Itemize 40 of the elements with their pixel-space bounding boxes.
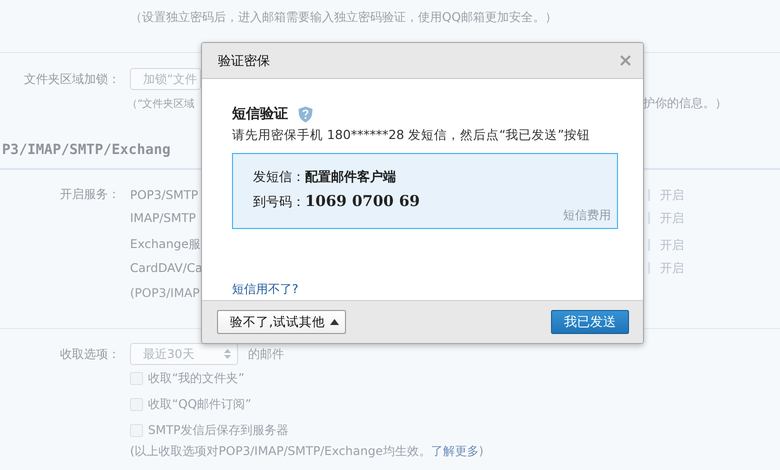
section-heading: P3/IMAP/SMTP/Exchang: [1, 142, 171, 160]
enable-link[interactable]: 开启: [648, 212, 780, 224]
shield-question-icon: [298, 106, 313, 122]
fetch-label: 收取选项：: [60, 346, 120, 362]
checkbox[interactable]: [130, 424, 143, 436]
dialog-title: 验证密保: [218, 52, 270, 70]
range-suffix: 的邮件: [248, 346, 284, 362]
sms-number-label: 到号码：: [253, 195, 305, 210]
enable-link[interactable]: 开启: [648, 238, 780, 250]
caret-icon: [330, 319, 339, 325]
folder-lock-label: 文件夹区域加锁：: [24, 70, 120, 88]
service-name: CardDAV/Ca: [130, 261, 203, 275]
other-methods-button[interactable]: 验不了,试试其他: [217, 310, 346, 334]
checkbox[interactable]: [130, 398, 143, 410]
service-name: IMAP/SMTP: [130, 211, 196, 225]
service-name: POP3/SMTP: [130, 188, 198, 202]
range-select[interactable]: 最近30天: [130, 343, 238, 365]
dialog-heading: 短信验证: [232, 105, 288, 123]
sms-fee-link[interactable]: 短信费用: [563, 207, 611, 224]
instruction-text: 请先用密保手机 180******28 发短信，然后点“我已发送”按钮: [232, 127, 592, 144]
folder-lock-select[interactable]: 加锁“文件: [130, 68, 201, 90]
learn-more-link[interactable]: 了解更多: [430, 444, 479, 458]
services-label: 开启服务：: [60, 186, 120, 203]
option-label: SMTP发信后保存到服务器: [148, 422, 289, 438]
password-note: （设置独立密码后，进入邮箱需要输入独立密码验证，使用QQ邮箱更加安全。）: [130, 10, 557, 24]
option-label: 收取“QQ邮件订阅”: [148, 396, 252, 412]
enable-link[interactable]: 开启: [648, 262, 780, 274]
folder-lock-note: （“文件夹区域: [127, 96, 194, 110]
services-note: (POP3/IMAP: [130, 286, 200, 300]
sms-content: 发短信：配置邮件客户端: [253, 168, 397, 186]
sent-button[interactable]: 我已发送: [551, 310, 629, 334]
sms-help-link[interactable]: 短信用不了?: [232, 281, 298, 298]
option-label: 收取“我的文件夹”: [148, 370, 244, 386]
fetch-note: (以上收取选项对POP3/IMAP/SMTP/Exchange均生效。了解更多): [130, 444, 484, 458]
enable-link[interactable]: 开启: [648, 188, 780, 200]
service-name: Exchange服: [130, 236, 201, 253]
close-icon[interactable]: [620, 55, 631, 66]
sms-number: 1069 0700 69: [305, 192, 420, 210]
spinner-icon: [224, 349, 231, 359]
checkbox[interactable]: [130, 372, 143, 384]
